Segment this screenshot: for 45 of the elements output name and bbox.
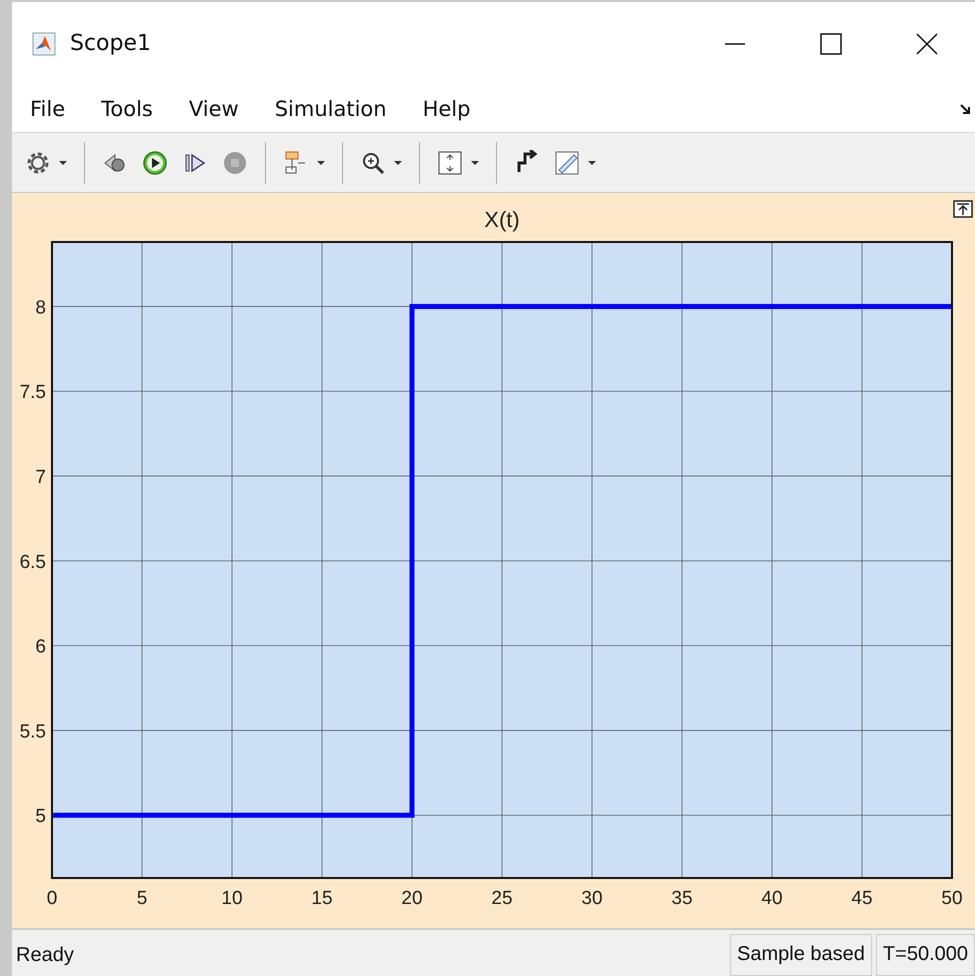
- caret-icon: [588, 160, 596, 164]
- chart-title: X(t): [484, 207, 520, 232]
- scale-icon: [437, 150, 463, 176]
- status-field: Sample based: [730, 934, 872, 976]
- menu-item[interactable]: Tools: [101, 92, 171, 124]
- x-tick-label: 15: [311, 888, 333, 909]
- x-tick-label: 30: [581, 888, 603, 909]
- caret-icon: [59, 160, 67, 164]
- ruler-icon: [554, 150, 580, 176]
- x-tick-label: 10: [221, 888, 243, 909]
- status-message: Ready: [15, 943, 75, 968]
- caret-icon: [471, 160, 479, 164]
- x-tick-label: 50: [941, 888, 963, 909]
- y-tick-label: 6.5: [20, 552, 46, 573]
- x-tick-label: 35: [671, 888, 693, 909]
- y-tick-label: 5: [35, 806, 46, 828]
- y-tick-label: 6: [35, 636, 46, 658]
- window-title: Scope1: [70, 31, 152, 56]
- x-tick-label: 40: [761, 888, 783, 909]
- app-logo-icon: [32, 32, 56, 56]
- play-icon: [142, 150, 168, 176]
- menu-item[interactable]: Simulation: [274, 92, 405, 124]
- caret-icon: [394, 160, 402, 164]
- menu-item[interactable]: View: [188, 92, 257, 124]
- maximize-icon: [819, 32, 843, 56]
- y-tick-label: 8: [35, 297, 46, 318]
- arrow-icon: [959, 102, 973, 116]
- x-tick-label: 0: [46, 888, 58, 909]
- dock-button[interactable]: [959, 102, 973, 116]
- stop-icon: [222, 150, 248, 176]
- status-field: T=50.000: [876, 934, 975, 976]
- x-tick-label: 20: [401, 888, 423, 909]
- minimize-icon: [723, 42, 747, 44]
- gear-icon: [25, 150, 51, 176]
- menu-item[interactable]: File: [30, 92, 84, 124]
- x-tick-label: 45: [851, 888, 873, 909]
- undock-icon[interactable]: [953, 200, 973, 218]
- y-tick-label: 7.5: [20, 382, 46, 404]
- x-tick-label: 25: [491, 888, 513, 909]
- x-tick-label: 5: [136, 888, 148, 909]
- close-icon: [915, 32, 939, 56]
- y-tick-label: 5.5: [20, 721, 46, 742]
- y-tick-label: 7: [35, 467, 46, 488]
- menu-item[interactable]: Help: [422, 92, 488, 124]
- caret-icon: [317, 160, 325, 164]
